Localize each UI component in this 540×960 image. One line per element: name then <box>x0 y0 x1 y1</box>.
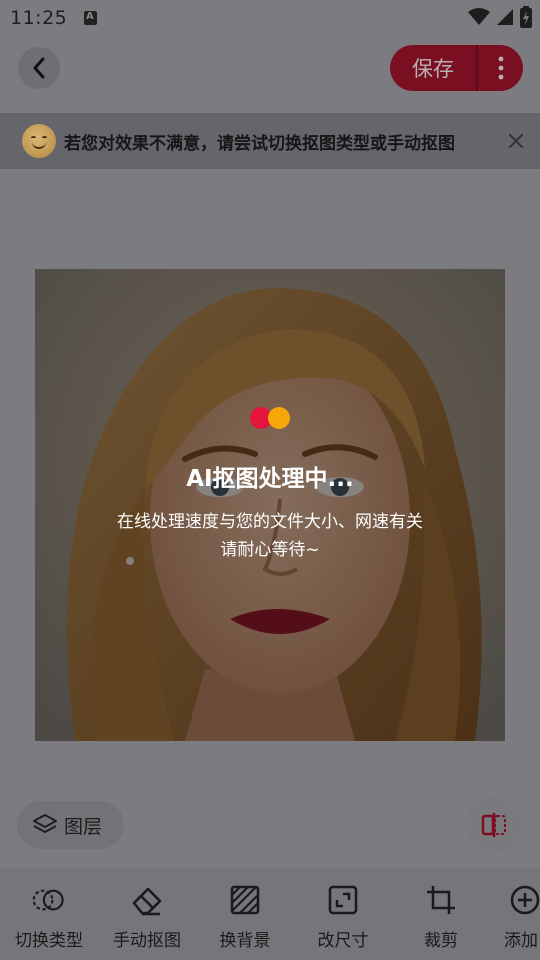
processing-subtitle: 在线处理速度与您的文件大小、网速有关 请耐心等待~ <box>0 508 540 564</box>
tool-switch-type[interactable]: 切换类型 <box>0 868 98 960</box>
tip-banner: 若您对效果不满意，请尝试切换抠图类型或手动抠图 <box>0 113 540 169</box>
tool-resize[interactable]: 改尺寸 <box>294 868 392 960</box>
layer-label: 图层 <box>64 815 103 838</box>
tip-close-button[interactable] <box>504 129 528 153</box>
tool-label: 换背景 <box>219 931 271 951</box>
tool-label: 切换类型 <box>15 931 83 951</box>
save-button-group: 保存 <box>390 45 523 91</box>
resize-icon <box>326 883 360 917</box>
tool-label: 改尺寸 <box>317 931 369 951</box>
more-options-button[interactable] <box>478 45 523 91</box>
battery-icon <box>520 6 532 28</box>
status-icons <box>468 6 532 28</box>
crop-icon <box>424 883 458 917</box>
tool-manual-cutout[interactable]: 手动抠图 <box>98 868 196 960</box>
more-vertical-icon <box>498 56 503 80</box>
switch-type-icon <box>32 883 66 917</box>
processing-overlay <box>35 269 505 741</box>
tool-add[interactable]: 添加 <box>490 868 540 960</box>
save-button[interactable]: 保存 <box>390 45 476 91</box>
status-time: 11:25 <box>10 7 68 29</box>
close-icon <box>509 134 523 148</box>
wifi-icon <box>468 8 490 25</box>
photo-preview <box>35 269 505 741</box>
eraser-icon <box>130 883 164 917</box>
notification-icon <box>84 11 97 25</box>
tool-change-background[interactable]: 换背景 <box>196 868 294 960</box>
processing-line-1: 在线处理速度与您的文件大小、网速有关 <box>117 512 423 532</box>
status-bar: 11:25 <box>0 0 540 36</box>
compare-button[interactable] <box>465 796 522 853</box>
loader-yellow-dot <box>268 407 290 429</box>
loading-indicator <box>250 407 292 429</box>
signal-icon <box>497 9 513 25</box>
compare-icon <box>481 812 506 837</box>
add-icon <box>508 883 540 917</box>
tool-label: 添加 <box>504 931 538 951</box>
processing-title: AI抠图处理中... <box>186 466 354 492</box>
processing-line-2: 请耐心等待~ <box>220 540 320 560</box>
back-button[interactable] <box>18 47 60 89</box>
chevron-left-icon <box>33 57 45 79</box>
tool-label: 手动抠图 <box>113 931 181 951</box>
layers-icon <box>33 814 57 833</box>
tip-text: 若您对效果不满意，请尝试切换抠图类型或手动抠图 <box>64 133 455 154</box>
tool-label: 裁剪 <box>424 931 458 951</box>
tool-crop[interactable]: 裁剪 <box>392 868 490 960</box>
background-icon <box>228 883 262 917</box>
bottom-toolbar: 切换类型 手动抠图 换背景 改尺寸 裁剪 添加 <box>0 868 540 960</box>
smile-emoji-icon <box>22 124 56 158</box>
layer-button[interactable]: 图层 <box>17 801 124 849</box>
